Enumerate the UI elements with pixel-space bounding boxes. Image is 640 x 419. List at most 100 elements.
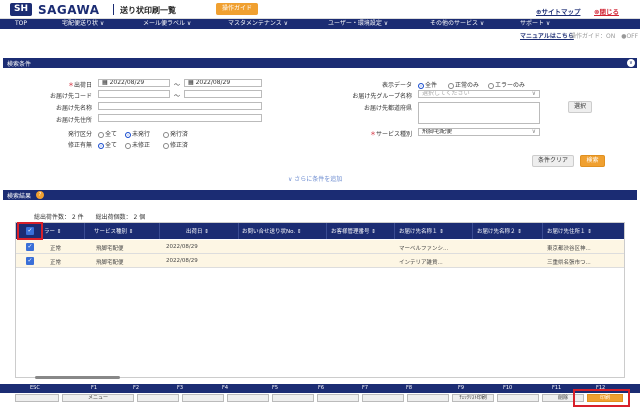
f1-menu-button[interactable]: メニュー: [62, 394, 134, 402]
header-divider: [326, 223, 327, 239]
col-dest-name1[interactable]: お届け先名称１ ⇕: [399, 227, 444, 235]
fkey-label-f8: F8: [406, 385, 413, 391]
sub-bar: マニュアルはこちら 操作ガイド：ON ●OFF: [0, 29, 640, 40]
issue-radio-issued[interactable]: 発行済: [163, 129, 188, 138]
col-error[interactable]: ラー ⇕: [44, 227, 61, 235]
nav-other-services[interactable]: その他のサービス ∨: [430, 20, 484, 28]
sitemap-link[interactable]: ⊕サイトマップ: [536, 6, 580, 16]
close-link[interactable]: ⊗閉じる: [594, 6, 619, 16]
display-radio-error[interactable]: エラーのみ: [488, 80, 525, 89]
cell-dest-name1: マーベルファンシ...: [399, 246, 449, 252]
result-counts: 総出荷件数： 2 件 総出荷個数： 2 個: [34, 214, 146, 221]
clear-conditions-button[interactable]: 条件クリア: [532, 155, 574, 167]
header-divider: [472, 223, 473, 239]
service-type-label: ＊サービス種別: [369, 131, 412, 138]
function-key-labels: ESC F1 F2 F3 F4 F5 F6 F7 F8 F9 F10 F11 F…: [0, 384, 640, 393]
f2-button[interactable]: [137, 394, 179, 402]
col-tracking[interactable]: お問い合せ送り状No. ⇕: [242, 227, 302, 235]
nav-mail-label[interactable]: メール便ラベル ∨: [143, 20, 191, 28]
guide-toggle[interactable]: 操作ガイド：ON ●OFF: [570, 31, 638, 40]
modify-label: 修正有無: [67, 142, 92, 149]
dest-name-input[interactable]: [98, 102, 262, 110]
f9-checklist-print-button[interactable]: ﾁｪｯｸﾘｽﾄ印刷: [452, 394, 494, 402]
f6-button[interactable]: [317, 394, 359, 402]
date-to-input[interactable]: ▦ 2022/08/29: [184, 79, 262, 87]
f12-print-button[interactable]: 印刷: [587, 394, 623, 402]
display-radio-normal[interactable]: 正常のみ: [448, 80, 479, 89]
f5-button[interactable]: [272, 394, 314, 402]
modify-radio-all[interactable]: 全て: [98, 140, 117, 149]
operation-guide-button[interactable]: 操作ガイド: [216, 3, 258, 15]
header-divider: [84, 223, 85, 239]
col-dest-addr1[interactable]: お届け先住所１ ⇕: [547, 227, 592, 235]
f8-button[interactable]: [407, 394, 449, 402]
f10-button[interactable]: [497, 394, 539, 402]
ship-date-label: ＊出荷日: [67, 82, 92, 89]
service-type-select[interactable]: 飛脚宅配便 ∨: [418, 128, 540, 136]
select-all-checkbox[interactable]: ✓: [26, 227, 34, 235]
fkey-label-f12: F12: [596, 385, 606, 391]
fkey-label-f4: F4: [222, 385, 229, 391]
header-divider: [42, 223, 43, 239]
cell-status: 正常: [50, 246, 62, 252]
col-ship-date[interactable]: 出荷日 ⇕: [186, 227, 209, 235]
header-divider: [394, 223, 395, 239]
nav-master-maintenance[interactable]: マスタメンテナンス ∨: [228, 20, 288, 28]
dest-group-select[interactable]: 選択してください ∨: [418, 90, 540, 98]
page-title: 送り状印刷一覧: [120, 6, 176, 15]
esc-button[interactable]: [15, 394, 59, 402]
search-conditions-title: 検索条件: [7, 61, 32, 68]
search-conditions-header: 検索条件 ∨: [3, 58, 637, 68]
dest-code-to-input[interactable]: [184, 90, 262, 98]
display-radio-all[interactable]: 全件: [418, 80, 437, 89]
dest-pref-label: お届け先都道府県: [363, 105, 412, 112]
row-checkbox[interactable]: ✓: [26, 257, 34, 265]
cell-dest-addr1: 三重県名張市つ...: [547, 260, 591, 266]
search-button[interactable]: 検索: [580, 155, 605, 167]
sagawa-logo-mark: SH: [10, 3, 32, 16]
fkey-label-f10: F10: [503, 385, 513, 391]
cell-dest-name1: インテリア雑貨...: [399, 260, 443, 266]
collapse-icon[interactable]: ∨: [627, 59, 635, 67]
fkey-label-f11: F11: [552, 385, 562, 391]
dest-addr-input[interactable]: [98, 114, 262, 122]
dest-code-input[interactable]: [98, 90, 170, 98]
dest-group-label: お届け先グループ名称: [352, 93, 412, 100]
main-nav: TOP 宅配便送り状 ∨ メール便ラベル ∨ マスタメンテナンス ∨ ユーザー・…: [0, 19, 640, 29]
dest-pref-list[interactable]: [418, 102, 540, 124]
fkey-label-esc: ESC: [30, 385, 40, 391]
nav-user-settings[interactable]: ユーザー・環境設定 ∨: [328, 20, 388, 28]
help-icon[interactable]: ?: [36, 191, 44, 199]
fkey-label-f1: F1: [91, 385, 98, 391]
col-dest-name2[interactable]: お届け先名称２ ⇕: [477, 227, 522, 235]
nav-support[interactable]: サポート ∨: [520, 20, 550, 28]
table-row[interactable]: ✓ 正常 飛脚宅配便 2022/08/29 マーベルファンシ... 東京都渋谷区…: [16, 240, 624, 254]
fkey-label-f2: F2: [133, 385, 140, 391]
col-cust-no[interactable]: お客様管理番号 ⇕: [331, 227, 376, 235]
horizontal-scrollbar[interactable]: [35, 376, 120, 379]
modify-radio-modified[interactable]: 修正済: [163, 140, 188, 149]
function-key-bar: メニュー ﾁｪｯｸﾘｽﾄ印刷 削除 印刷: [0, 393, 640, 404]
results-table: ✓ ラー ⇕ サービス種別 ⇕ 出荷日 ⇕ お問い合せ送り状No. ⇕ お客様管…: [15, 222, 625, 378]
f11-delete-button[interactable]: 削除: [542, 394, 584, 402]
select-button[interactable]: 選択: [568, 101, 592, 113]
add-more-conditions-link[interactable]: ∨ さらに条件を追加: [288, 174, 342, 183]
col-service[interactable]: サービス種別 ⇕: [94, 227, 133, 235]
app-header: SH SAGAWA 送り状印刷一覧 操作ガイド ⊕サイトマップ ⊗閉じる: [0, 0, 640, 19]
table-row[interactable]: ✓ 正常 飛脚宅配便 2022/08/29 インテリア雑貨... 三重県名張市つ…: [16, 254, 624, 268]
issue-radio-unissued[interactable]: 未発行: [125, 129, 150, 138]
manual-link[interactable]: マニュアルはこちら: [520, 31, 574, 40]
f7-button[interactable]: [362, 394, 404, 402]
nav-top[interactable]: TOP: [15, 20, 27, 28]
header-divider: [238, 223, 239, 239]
range-separator-2: ～: [173, 93, 180, 100]
f4-button[interactable]: [227, 394, 269, 402]
nav-shipping-label[interactable]: 宅配便送り状 ∨: [62, 20, 104, 28]
f3-button[interactable]: [182, 394, 224, 402]
row-checkbox[interactable]: ✓: [26, 243, 34, 251]
table-header: ✓ ラー ⇕ サービス種別 ⇕ 出荷日 ⇕ お問い合せ送り状No. ⇕ お客様管…: [16, 223, 624, 239]
date-from-input[interactable]: ▦ 2022/08/29: [98, 79, 170, 87]
issue-radio-all[interactable]: 全て: [98, 129, 117, 138]
modify-radio-unmodified[interactable]: 未修正: [125, 140, 150, 149]
dest-code-label: お届け先コード: [49, 93, 92, 100]
